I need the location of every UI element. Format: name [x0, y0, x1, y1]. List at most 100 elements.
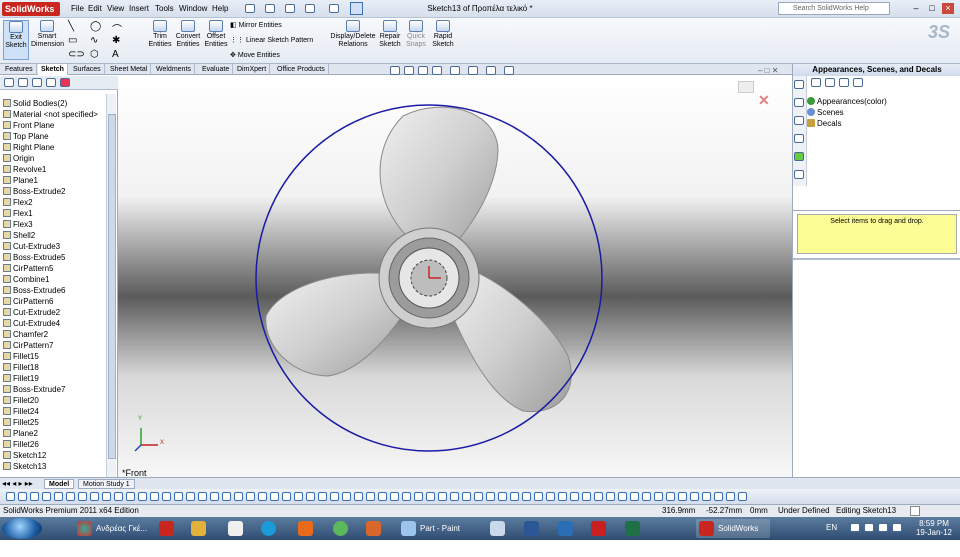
- arc-icon[interactable]: ⌒: [112, 21, 122, 36]
- sketch-tool-icon[interactable]: [162, 492, 171, 501]
- sketch-tool-icon[interactable]: [726, 492, 735, 501]
- design-library-icon[interactable]: [794, 98, 804, 107]
- sketch-tool-icon[interactable]: [234, 492, 243, 501]
- sketch-tool-icon[interactable]: [666, 492, 675, 501]
- sketch-tool-icon[interactable]: [714, 492, 723, 501]
- spline-icon[interactable]: ∿: [90, 35, 98, 46]
- tree-item[interactable]: Flex1: [3, 208, 33, 219]
- sketch-tool-icon[interactable]: [702, 492, 711, 501]
- polygon-icon[interactable]: ⬡: [90, 49, 99, 60]
- feature-manager-icon[interactable]: [4, 78, 14, 87]
- sketch-tool-icon[interactable]: [42, 492, 51, 501]
- sketch-tool-icon[interactable]: [270, 492, 279, 501]
- sketch-tool-icon[interactable]: [462, 492, 471, 501]
- tab-weldments[interactable]: Weldments: [153, 64, 195, 75]
- sketch-tool-icon[interactable]: [390, 492, 399, 501]
- taskbar-solidworks[interactable]: SolidWorks P...: [696, 519, 770, 552]
- flag-icon[interactable]: [892, 523, 902, 532]
- sketch-tool-icon[interactable]: [126, 492, 135, 501]
- sketch-tool-icon[interactable]: [30, 492, 39, 501]
- file-explorer-icon[interactable]: [794, 116, 804, 125]
- scrollbar-thumb[interactable]: [108, 114, 116, 459]
- tree-item[interactable]: Fillet24: [3, 406, 39, 417]
- tree-item[interactable]: Fillet18: [3, 362, 39, 373]
- system-tray[interactable]: [850, 523, 910, 533]
- propeller-model[interactable]: [118, 76, 792, 477]
- sketch-tool-icon[interactable]: [246, 492, 255, 501]
- tab-dimxpert[interactable]: DimXpert: [234, 64, 271, 75]
- sketch-tool-icon[interactable]: [690, 492, 699, 501]
- close-button[interactable]: ×: [942, 3, 954, 14]
- line-icon[interactable]: ╲: [68, 21, 74, 32]
- custom-properties-icon[interactable]: [794, 170, 804, 179]
- trim-entities-button[interactable]: Trim Entities: [148, 20, 172, 49]
- sketch-tool-icon[interactable]: [474, 492, 483, 501]
- sketch-tool-icon[interactable]: [498, 492, 507, 501]
- sketch-tool-icon[interactable]: [582, 492, 591, 501]
- rectangle-icon[interactable]: ▭: [68, 35, 77, 46]
- tree-item[interactable]: Revolve1: [3, 164, 46, 175]
- sketch-tool-icon[interactable]: [642, 492, 651, 501]
- taskbar-matlab[interactable]: [363, 519, 387, 538]
- repair-sketch-button[interactable]: Repair Sketch: [378, 20, 402, 49]
- taskbar-app-3[interactable]: [188, 519, 212, 538]
- sketch-tool-icon[interactable]: [78, 492, 87, 501]
- tree-scrollbar[interactable]: [106, 94, 116, 477]
- sketch-tool-icon[interactable]: [282, 492, 291, 501]
- sketch-tool-icon[interactable]: [18, 492, 27, 501]
- decals-item[interactable]: Decals: [807, 118, 841, 129]
- tree-item[interactable]: Cut-Extrude2: [3, 307, 60, 318]
- sketch-tool-icon[interactable]: [330, 492, 339, 501]
- help-icon[interactable]: [910, 506, 920, 516]
- tab-scroll-arrows[interactable]: ◂◂ ◂ ▸ ▸▸: [2, 479, 33, 488]
- sketch-tool-icon[interactable]: [354, 492, 363, 501]
- tree-item[interactable]: Flex2: [3, 197, 33, 208]
- sketch-tool-icon[interactable]: [378, 492, 387, 501]
- sketch-tool-icon[interactable]: [66, 492, 75, 501]
- taskbar-app-10[interactable]: [487, 519, 511, 538]
- tree-item[interactable]: Flex3: [3, 219, 33, 230]
- maximize-button[interactable]: □: [926, 3, 938, 14]
- sketch-tool-icon[interactable]: [210, 492, 219, 501]
- taskbar-skype[interactable]: [258, 519, 282, 538]
- resources-icon[interactable]: [794, 80, 804, 89]
- forward-icon[interactable]: [825, 78, 835, 87]
- tree-item[interactable]: Origin: [3, 153, 34, 164]
- start-button[interactable]: [2, 518, 42, 539]
- sketch-tool-icon[interactable]: [450, 492, 459, 501]
- pane-divider[interactable]: [793, 210, 960, 211]
- sketch-tool-icon[interactable]: [366, 492, 375, 501]
- rapid-sketch-button[interactable]: Rapid Sketch: [430, 20, 456, 49]
- sketch-tool-icon[interactable]: [54, 492, 63, 501]
- scenes-item[interactable]: Scenes: [807, 107, 844, 118]
- sketch-tool-icon[interactable]: [114, 492, 123, 501]
- sketch-tool-icon[interactable]: [198, 492, 207, 501]
- display-delete-relations-button[interactable]: Display/Delete Relations: [330, 20, 376, 49]
- confirm-corner-icon[interactable]: [738, 81, 754, 93]
- tab-surfaces[interactable]: Surfaces: [70, 64, 105, 75]
- tree-item[interactable]: CirPattern7: [3, 340, 53, 351]
- taskbar-app-4[interactable]: [225, 519, 249, 538]
- tree-item[interactable]: Top Plane: [3, 131, 49, 142]
- slot-icon[interactable]: ⊂⊃: [68, 49, 85, 60]
- sketch-tool-icon[interactable]: [678, 492, 687, 501]
- sketch-tool-icon[interactable]: [426, 492, 435, 501]
- display-manager-icon[interactable]: [60, 78, 70, 87]
- zoom-to-fit-icon[interactable]: [390, 66, 400, 75]
- sketch-tool-icon[interactable]: [306, 492, 315, 501]
- dimxpert-manager-icon[interactable]: [46, 78, 56, 87]
- cancel-sketch-icon[interactable]: ✕: [758, 92, 770, 109]
- mirror-entities-button[interactable]: ◧ Mirror Entities: [230, 21, 282, 29]
- configuration-manager-icon[interactable]: [32, 78, 42, 87]
- tab-motion-study-1[interactable]: Motion Study 1: [78, 479, 135, 489]
- tree-item[interactable]: Combine1: [3, 274, 49, 285]
- tree-item[interactable]: Cut-Extrude4: [3, 318, 60, 329]
- tree-item[interactable]: Sketch12: [3, 450, 46, 461]
- convert-entities-button[interactable]: Convert Entities: [173, 20, 203, 49]
- tree-item[interactable]: CirPattern6: [3, 296, 53, 307]
- sketch-tool-icon[interactable]: [522, 492, 531, 501]
- taskbar-app-13[interactable]: [588, 519, 612, 538]
- sketch-tool-icon[interactable]: [618, 492, 627, 501]
- tree-item[interactable]: Boss-Extrude7: [3, 384, 65, 395]
- tray-up-icon[interactable]: [850, 523, 860, 532]
